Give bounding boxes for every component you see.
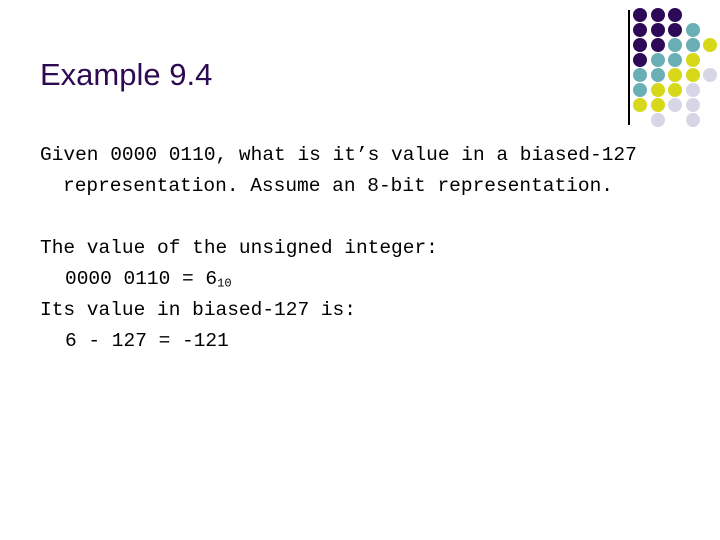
slide-canvas: Example 9.4 Given 0000 0110, what is it’…: [0, 0, 720, 540]
decorative-dot: [633, 68, 647, 82]
decorative-dot: [685, 53, 700, 67]
vertical-rule-divider: [628, 10, 630, 125]
decorative-dot: [650, 8, 665, 22]
decorative-dot: [650, 68, 665, 82]
decorative-dot: [668, 83, 682, 97]
decorative-dot: [685, 83, 700, 97]
decorative-dot: [633, 83, 647, 97]
decorative-dot: [668, 98, 682, 112]
decorative-dot: [668, 23, 682, 37]
decorative-dot-matrix: [633, 8, 720, 128]
decorative-dot: [650, 38, 665, 52]
decorative-dot: [685, 68, 700, 82]
decorative-dot: [685, 113, 700, 127]
answer-line-biased-label: Its value in biased-127 is:: [40, 299, 356, 321]
answer-line-unsigned-value: 0000 0110 = 610: [40, 264, 688, 295]
decorative-dot: [633, 98, 647, 112]
decorative-dot: [685, 38, 700, 52]
decorative-dot: [650, 98, 665, 112]
answer-line-biased-value: 6 - 127 = -121: [65, 330, 229, 352]
decorative-dot: [668, 53, 682, 67]
decorative-dot: [633, 53, 647, 67]
decorative-dot: [703, 38, 717, 52]
decorative-dot: [650, 53, 665, 67]
page-title: Example 9.4: [40, 57, 213, 92]
decorative-dot: [668, 38, 682, 52]
decorative-dot: [650, 113, 665, 127]
decorative-dot: [668, 68, 682, 82]
decorative-dot: [633, 38, 647, 52]
slide-body: Given 0000 0110, what is it’s value in a…: [40, 140, 688, 357]
decorative-dot: [668, 8, 682, 22]
decorative-dot: [650, 23, 665, 37]
answer-line-unsigned-label: The value of the unsigned integer:: [40, 237, 438, 259]
dot-grid-decoration: [615, 0, 720, 135]
decorative-dot: [703, 68, 717, 82]
decorative-dot: [633, 23, 647, 37]
question-paragraph: Given 0000 0110, what is it’s value in a…: [40, 144, 637, 197]
unsigned-value-base: 0000 0110 = 6: [65, 268, 218, 290]
decorative-dot: [650, 83, 665, 97]
decorative-dot: [685, 98, 700, 112]
decorative-dot: [685, 23, 700, 37]
unsigned-value-subscript: 10: [217, 276, 232, 291]
decorative-dot: [633, 8, 647, 22]
